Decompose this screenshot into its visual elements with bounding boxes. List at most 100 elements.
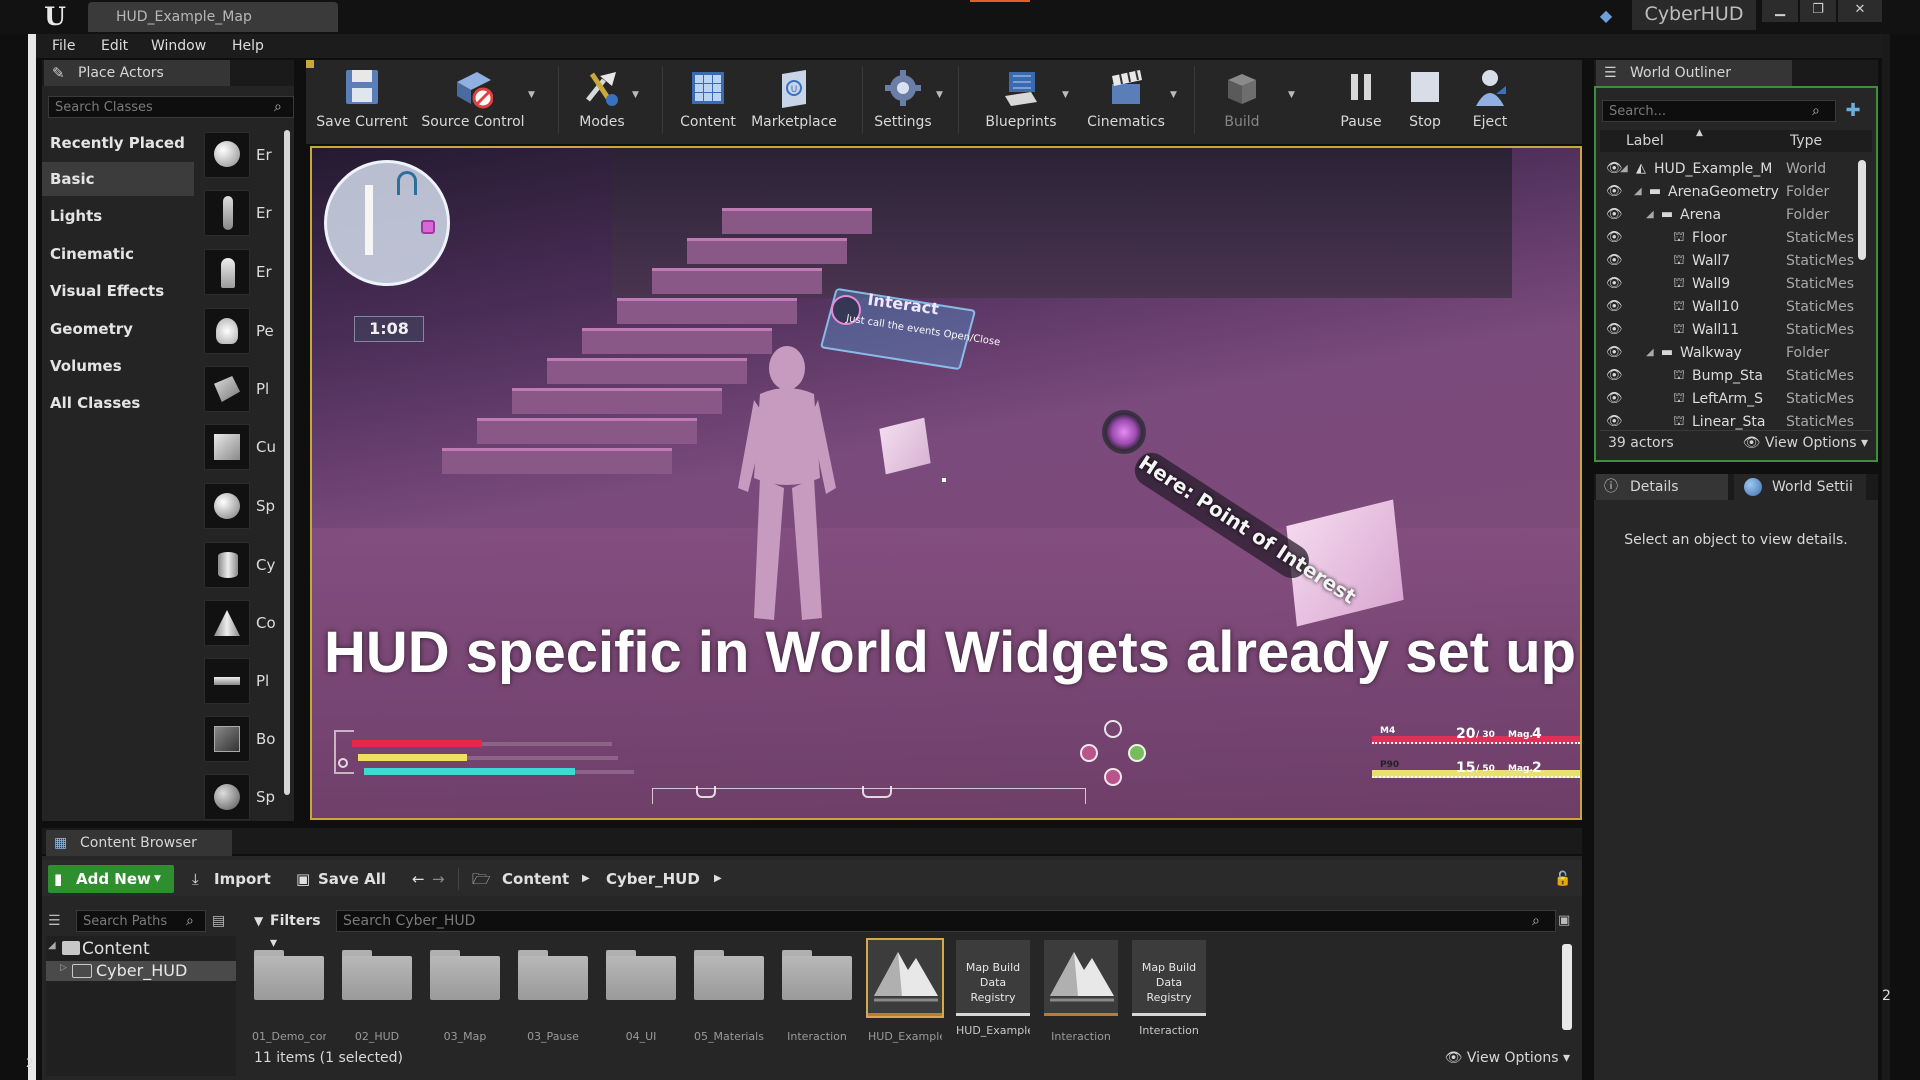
visibility-eye-icon[interactable]: 👁 (1606, 414, 1624, 430)
visibility-eye-icon[interactable]: 👁 (1606, 299, 1624, 315)
actor-item[interactable]: Sp (200, 770, 280, 824)
outliner-row[interactable]: 👁 ◢ ▬ Arena Folder (1600, 204, 1858, 227)
column-label[interactable]: Label (1626, 130, 1746, 152)
asset-registry[interactable]: Map Build Data Registry HUD_Example (956, 940, 1030, 1040)
outliner-row[interactable]: 👁 ⛫ Wall10 StaticMes (1600, 296, 1858, 319)
dropdown-arrow-icon[interactable]: ▼ (1062, 90, 1069, 100)
visibility-eye-icon[interactable]: 👁 (1606, 322, 1624, 338)
visibility-eye-icon[interactable]: 👁 (1606, 391, 1624, 407)
visibility-eye-icon[interactable]: 👁 (1606, 184, 1624, 200)
column-type[interactable]: Type (1790, 130, 1850, 152)
visibility-eye-icon[interactable]: 👁 (1606, 368, 1624, 384)
minimize-button[interactable]: ▁ (1762, 0, 1798, 22)
breadcrumb-arrow-icon[interactable]: ▶ (714, 866, 722, 892)
asset-scrollbar[interactable] (1562, 944, 1572, 1030)
import-button[interactable]: Import (214, 865, 271, 893)
asset-folder[interactable]: 03_Pause (516, 940, 590, 1043)
actor-item[interactable]: Er (200, 128, 280, 182)
world-outliner-tab[interactable]: World Outliner (1596, 60, 1792, 86)
modes-button[interactable]: Modes ▼ (574, 62, 639, 142)
save-all-button[interactable]: Save All (318, 865, 386, 893)
outliner-row[interactable]: 👁 ⛫ Bump_Sta StaticMes (1600, 365, 1858, 388)
asset-folder[interactable]: 01_Demo_con (252, 940, 326, 1043)
settings-button[interactable]: Settings ▼ (870, 62, 943, 142)
visibility-eye-icon[interactable]: 👁 (1606, 230, 1624, 246)
stop-button[interactable]: Stop (1398, 62, 1452, 142)
expand-arrow-icon[interactable]: ◢ (1634, 184, 1644, 200)
add-folder-icon[interactable]: ✚ (1840, 100, 1866, 122)
source-control-button[interactable]: Source Control ▼ (418, 62, 535, 142)
save-search-icon[interactable]: ▣ (1558, 911, 1576, 931)
category-basic[interactable]: Basic (42, 162, 194, 196)
category-volumes[interactable]: Volumes (42, 349, 194, 383)
expand-arrow-icon[interactable]: ◢ (1646, 207, 1656, 223)
marketplace-button[interactable]: U Marketplace (748, 62, 840, 142)
actor-item[interactable]: Pl (200, 654, 280, 708)
dropdown-arrow-icon[interactable]: ▼ (1170, 90, 1177, 100)
level-viewport[interactable]: 1:08 Interact Just call the events Open/… (310, 146, 1582, 820)
place-actors-scrollbar[interactable] (284, 130, 290, 795)
asset-map[interactable]: Interaction (1044, 940, 1118, 1043)
collapse-arrow-icon[interactable]: ▷ (60, 963, 70, 979)
actor-item[interactable]: Er (200, 186, 280, 240)
build-button[interactable]: Build ▼ (1204, 62, 1295, 142)
expand-arrow-icon[interactable]: ◢ (1646, 345, 1656, 361)
content-button[interactable]: Content (676, 62, 740, 142)
map-tab[interactable]: HUD_Example_Map (88, 2, 338, 32)
visibility-eye-icon[interactable]: 👁 (1606, 345, 1624, 361)
visibility-eye-icon[interactable]: 👁 (1606, 253, 1624, 269)
eject-button[interactable]: Eject (1462, 62, 1518, 142)
back-arrow-icon[interactable]: ← (412, 866, 425, 892)
asset-folder[interactable]: 04_UI (604, 940, 678, 1043)
category-visual-effects[interactable]: Visual Effects (42, 274, 194, 308)
actor-item[interactable]: Bo (200, 712, 280, 766)
search-assets-input[interactable] (336, 910, 1556, 932)
tree-item-content[interactable]: Content (46, 938, 236, 960)
actor-item[interactable]: Pl (200, 362, 280, 416)
search-classes-input[interactable] (48, 96, 294, 118)
cinematics-button[interactable]: Cinematics ▼ (1082, 62, 1177, 142)
visibility-eye-icon[interactable]: 👁 (1606, 276, 1624, 292)
dropdown-arrow-icon[interactable]: ▼ (936, 90, 943, 100)
outliner-scrollbar[interactable] (1858, 160, 1866, 260)
dropdown-arrow-icon[interactable]: ▼ (528, 90, 535, 100)
asset-folder[interactable]: 05_Materials (692, 940, 766, 1043)
actor-item[interactable]: Cu (200, 420, 280, 474)
menu-edit[interactable]: Edit (101, 34, 128, 58)
category-recently-placed[interactable]: Recently Placed (42, 126, 194, 160)
dropdown-arrow-icon[interactable]: ▼ (632, 90, 639, 100)
category-geometry[interactable]: Geometry (42, 312, 194, 346)
menu-help[interactable]: Help (232, 34, 264, 58)
outliner-row[interactable]: 👁 ⛫ LeftArm_S StaticMes (1600, 388, 1858, 411)
blueprints-button[interactable]: Blueprints ▼ (978, 62, 1069, 142)
dropdown-arrow-icon[interactable]: ▼ (1288, 90, 1295, 100)
asset-folder[interactable]: 03_Map (428, 940, 502, 1043)
outliner-row[interactable]: 👁 ⛫ Floor StaticMes (1600, 227, 1858, 250)
outliner-row[interactable]: 👁 ◢ ◭ HUD_Example_M World (1600, 158, 1858, 181)
menu-window[interactable]: Window (151, 34, 206, 58)
asset-map[interactable]: HUD_Example (866, 938, 944, 1043)
content-view-options[interactable]: 👁 View Options ▾ (1420, 1048, 1570, 1068)
forward-arrow-icon[interactable]: → (432, 866, 445, 892)
save-current-button[interactable]: Save Current (314, 62, 410, 142)
pause-button[interactable]: Pause (1334, 62, 1388, 142)
breadcrumb-cyber-hud[interactable]: Cyber_HUD (606, 865, 700, 893)
menu-file[interactable]: File (52, 34, 75, 58)
category-all-classes[interactable]: All Classes (42, 386, 194, 420)
breadcrumb-arrow-icon[interactable]: ▶ (582, 866, 590, 892)
category-lights[interactable]: Lights (42, 199, 194, 233)
actor-item[interactable]: Pe (200, 304, 280, 358)
outliner-row[interactable]: 👁 ⛫ Wall11 StaticMes (1600, 319, 1858, 342)
lock-icon[interactable]: 🔓 (1554, 868, 1574, 890)
close-window-button[interactable]: ✕ (1838, 0, 1882, 22)
outliner-row[interactable]: 👁 ◢ ▬ Walkway Folder (1600, 342, 1858, 365)
asset-registry[interactable]: Map Build Data Registry Interaction (1132, 940, 1206, 1040)
outliner-row[interactable]: 👁 ◢ ▬ ArenaGeometry Folder (1600, 181, 1858, 204)
actor-item[interactable]: Cy (200, 538, 280, 592)
outliner-view-options[interactable]: 👁 View Options ▾ (1738, 432, 1868, 454)
sources-toggle-icon[interactable]: ☰ (48, 910, 70, 932)
expand-arrow-icon[interactable]: ◢ (1620, 161, 1630, 177)
actor-item[interactable]: Co (200, 596, 280, 650)
outliner-row[interactable]: 👁 ⛫ Wall9 StaticMes (1600, 273, 1858, 296)
maximize-button[interactable]: ❐ (1800, 0, 1836, 22)
